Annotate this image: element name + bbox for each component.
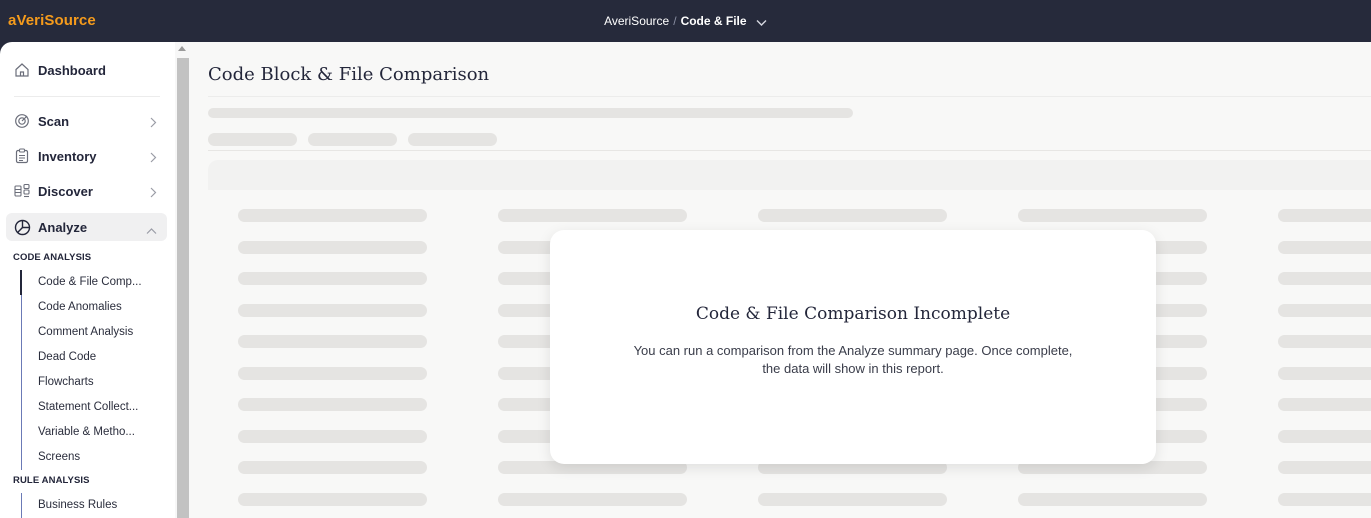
sidebar-item-label: Inventory bbox=[38, 148, 97, 164]
skeleton-cell bbox=[1278, 366, 1371, 380]
sidebar-subitem-business-rules[interactable]: Business Rules bbox=[22, 493, 117, 518]
sidebar-subitem-flowcharts[interactable]: Flowcharts bbox=[22, 370, 142, 395]
sidebar-item-label: Analyze bbox=[38, 219, 88, 235]
chevron-right-icon bbox=[149, 115, 157, 133]
dialog-title: Code & File Comparison Incomplete bbox=[695, 304, 1011, 324]
sidebar: Dashboard Scan Inventory Discover Analyz… bbox=[0, 42, 175, 518]
sidebar-subitem-code-anomalies[interactable]: Code Anomalies bbox=[22, 295, 142, 320]
skeleton-divider bbox=[208, 150, 1371, 151]
chevron-down-icon[interactable] bbox=[756, 16, 767, 30]
skeleton-cell bbox=[1278, 272, 1371, 285]
skeleton-cell bbox=[498, 492, 687, 506]
skeleton-cell bbox=[1278, 303, 1371, 317]
skeleton-cell bbox=[238, 366, 427, 380]
skeleton-cell bbox=[1278, 209, 1371, 222]
skeleton-pill bbox=[408, 133, 497, 146]
code-analysis-list: Code & File Comp... Code Anomalies Comme… bbox=[20, 270, 142, 470]
sidebar-divider bbox=[14, 96, 160, 97]
skeleton-cell bbox=[238, 492, 427, 506]
sidebar-item-inventory[interactable]: Inventory bbox=[6, 142, 167, 170]
breadcrumb-current[interactable]: Code & File bbox=[681, 14, 747, 28]
skeleton-cell bbox=[1278, 398, 1371, 411]
skeleton-cell bbox=[238, 335, 427, 348]
sidebar-item-label: Dashboard bbox=[38, 62, 106, 78]
chevron-right-icon bbox=[149, 185, 157, 203]
rule-analysis-list: Business Rules bbox=[21, 493, 117, 518]
skeleton-cell bbox=[758, 209, 947, 222]
skeleton-cell bbox=[1278, 492, 1371, 506]
skeleton-cell bbox=[1278, 240, 1371, 254]
sidebar-subitem-statement-collection[interactable]: Statement Collect... bbox=[22, 395, 142, 420]
sidebar-subitem-variable-method[interactable]: Variable & Metho... bbox=[22, 420, 142, 445]
clipboard-icon bbox=[13, 147, 31, 165]
breadcrumb-separator: / bbox=[673, 14, 677, 28]
home-icon bbox=[13, 61, 31, 79]
sidebar-subitem-code-file-comparison[interactable]: Code & File Comp... bbox=[20, 270, 142, 295]
sidebar-item-label: Discover bbox=[38, 183, 93, 199]
empty-state-dialog: Code & File Comparison Incomplete You ca… bbox=[550, 230, 1156, 464]
skeleton-pill bbox=[208, 133, 297, 146]
skeleton-cell bbox=[758, 492, 947, 506]
sidebar-item-scan[interactable]: Scan bbox=[6, 107, 167, 135]
sidebar-subitem-screens[interactable]: Screens bbox=[22, 445, 142, 470]
sidebar-subitem-dead-code[interactable]: Dead Code bbox=[22, 345, 142, 370]
breadcrumb-root[interactable]: AveriSource bbox=[604, 14, 669, 28]
title-divider bbox=[208, 96, 1371, 97]
pie-chart-icon bbox=[13, 218, 31, 236]
skeleton-cell bbox=[238, 303, 427, 317]
sidebar-item-dashboard[interactable]: Dashboard bbox=[6, 56, 167, 84]
skeleton-cell bbox=[1278, 335, 1371, 348]
sidebar-subitem-comment-analysis[interactable]: Comment Analysis bbox=[22, 320, 142, 345]
skeleton-cell bbox=[238, 398, 427, 411]
sidebar-item-analyze[interactable]: Analyze bbox=[6, 213, 167, 241]
skeleton-cell bbox=[238, 240, 427, 254]
sidebar-scrollbar-thumb[interactable] bbox=[177, 58, 189, 518]
discover-icon bbox=[13, 182, 31, 200]
skeleton-cell bbox=[498, 209, 687, 222]
target-icon bbox=[13, 112, 31, 130]
scroll-up-arrow-icon[interactable] bbox=[178, 46, 186, 51]
skeleton-cell bbox=[238, 429, 427, 443]
skeleton-cell bbox=[1278, 429, 1371, 443]
skeleton-table-header bbox=[208, 160, 1371, 190]
code-analysis-header: CODE ANALYSIS bbox=[13, 252, 92, 263]
chevron-right-icon bbox=[149, 150, 157, 168]
skeleton-cell bbox=[1278, 461, 1371, 474]
sidebar-item-discover[interactable]: Discover bbox=[6, 177, 167, 205]
rule-analysis-header: RULE ANALYSIS bbox=[13, 475, 90, 486]
skeleton-cell bbox=[238, 209, 427, 222]
skeleton-cell bbox=[238, 272, 427, 285]
chevron-up-icon bbox=[146, 222, 157, 240]
skeleton-line bbox=[208, 108, 853, 118]
sidebar-item-label: Scan bbox=[38, 113, 70, 129]
skeleton-cell bbox=[1018, 209, 1207, 222]
top-bar: aVeriSource AveriSource / Code & File bbox=[0, 0, 1371, 42]
page-title: Code Block & File Comparison bbox=[208, 64, 490, 85]
skeleton-cell bbox=[1018, 492, 1207, 506]
breadcrumb[interactable]: AveriSource / Code & File bbox=[0, 14, 1371, 30]
skeleton-pill bbox=[308, 133, 397, 146]
skeleton-cell bbox=[238, 461, 427, 474]
dialog-message: You can run a comparison from the Analyz… bbox=[633, 343, 1073, 376]
